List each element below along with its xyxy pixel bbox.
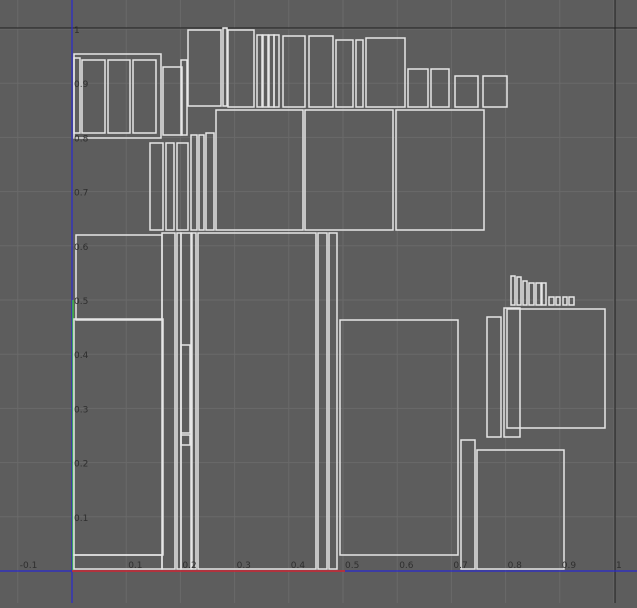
uv-shell[interactable] [256, 34, 263, 108]
uv-shell[interactable] [165, 142, 175, 231]
uv-shell[interactable] [262, 34, 269, 108]
uv-shell[interactable] [180, 344, 191, 434]
u-axis-label: 0.6 [399, 561, 414, 571]
uv-shell[interactable] [198, 134, 205, 231]
uv-shell[interactable] [510, 275, 516, 306]
uv-shell[interactable] [335, 39, 354, 108]
uv-shell[interactable] [73, 554, 163, 570]
v-axis-label: 0.8 [74, 134, 89, 144]
uv-shell[interactable] [541, 282, 547, 306]
uv-shell[interactable] [81, 59, 106, 134]
uv-shell[interactable] [355, 39, 364, 108]
u-axis-label: 0.1 [128, 561, 142, 571]
uv-shell[interactable] [317, 232, 328, 570]
uv-shell[interactable] [528, 282, 535, 306]
uv-shell[interactable] [568, 296, 575, 306]
uv-shell[interactable] [187, 29, 222, 107]
v-axis-label: 0.4 [74, 351, 89, 361]
uv-shell[interactable] [273, 34, 280, 108]
uv-shell[interactable] [548, 296, 555, 306]
uv-editor-viewport[interactable]: -0.1 0.1 0.2 0.3 0.4 0.5 0.6 0.7 0.8 0.9 1 0.1 0.2 0… [0, 0, 637, 603]
uv-shell[interactable] [365, 37, 406, 108]
uv-shell[interactable] [73, 53, 162, 139]
uv-shell[interactable] [339, 319, 459, 556]
uv-shell[interactable] [190, 134, 198, 231]
uv-shell[interactable] [430, 68, 450, 108]
u-axis-label: 1 [616, 561, 622, 571]
u-axis-label: 0.3 [237, 561, 251, 571]
u-axis-label: -0.1 [20, 561, 38, 571]
uv-shell[interactable] [73, 57, 81, 134]
uv-shell[interactable] [454, 75, 479, 108]
u-axis-label: 0.8 [508, 561, 523, 571]
uv-shell[interactable] [506, 308, 606, 429]
uv-shell[interactable] [555, 296, 561, 306]
uv-shell[interactable] [407, 68, 429, 108]
v-axis-label: 0.7 [74, 189, 88, 199]
v-axis-label: 1 [74, 26, 80, 36]
uv-shell[interactable] [75, 234, 163, 321]
uv-shell[interactable] [222, 27, 228, 107]
uv-shell[interactable] [215, 109, 304, 231]
uv-shell[interactable] [304, 109, 394, 231]
uv-shell[interactable] [132, 59, 157, 134]
uv-shell[interactable] [486, 316, 502, 438]
uv-shell[interactable] [162, 66, 183, 136]
uv-shell[interactable] [562, 296, 568, 306]
uv-canvas[interactable]: -0.1 0.1 0.2 0.3 0.4 0.5 0.6 0.7 0.8 0.9 1 0.1 0.2 0… [0, 0, 637, 603]
u-axis-label: 0.4 [291, 561, 306, 571]
v-axis-label: 0.5 [74, 297, 88, 307]
u-axis-label: 0.2 [182, 561, 196, 571]
uv-shell[interactable] [460, 439, 476, 570]
uv-shell[interactable] [482, 75, 508, 108]
uv-shell[interactable] [176, 142, 189, 231]
uv-shell[interactable] [191, 232, 197, 570]
uv-shell[interactable] [161, 232, 176, 570]
uv-shell[interactable] [395, 109, 485, 231]
uv-shell[interactable] [180, 434, 191, 446]
uv-shell[interactable] [535, 282, 542, 306]
uv-shell[interactable] [197, 232, 317, 570]
v-axis-label: 0.3 [74, 405, 88, 415]
uv-shell[interactable] [516, 276, 522, 306]
v-axis-label: 0.1 [74, 514, 88, 524]
v-axis-label: 0.2 [74, 460, 88, 470]
uv-shell[interactable] [227, 29, 255, 108]
uv-shell[interactable] [328, 232, 338, 570]
uv-shell[interactable] [476, 449, 565, 570]
uv-shell[interactable] [149, 142, 164, 231]
uv-shell[interactable] [522, 280, 528, 306]
uv-shell[interactable] [308, 35, 334, 108]
uv-shell[interactable] [205, 132, 215, 231]
u-axis-label: 0.9 [562, 561, 577, 571]
uv-shell[interactable] [282, 35, 306, 108]
u-axis-label: 0.5 [345, 561, 359, 571]
v-axis-label: 0.6 [74, 243, 89, 253]
uv-shells[interactable] [73, 27, 606, 570]
v-axis-label: 0.9 [74, 80, 89, 90]
u-axis-label: 0.7 [453, 561, 467, 571]
